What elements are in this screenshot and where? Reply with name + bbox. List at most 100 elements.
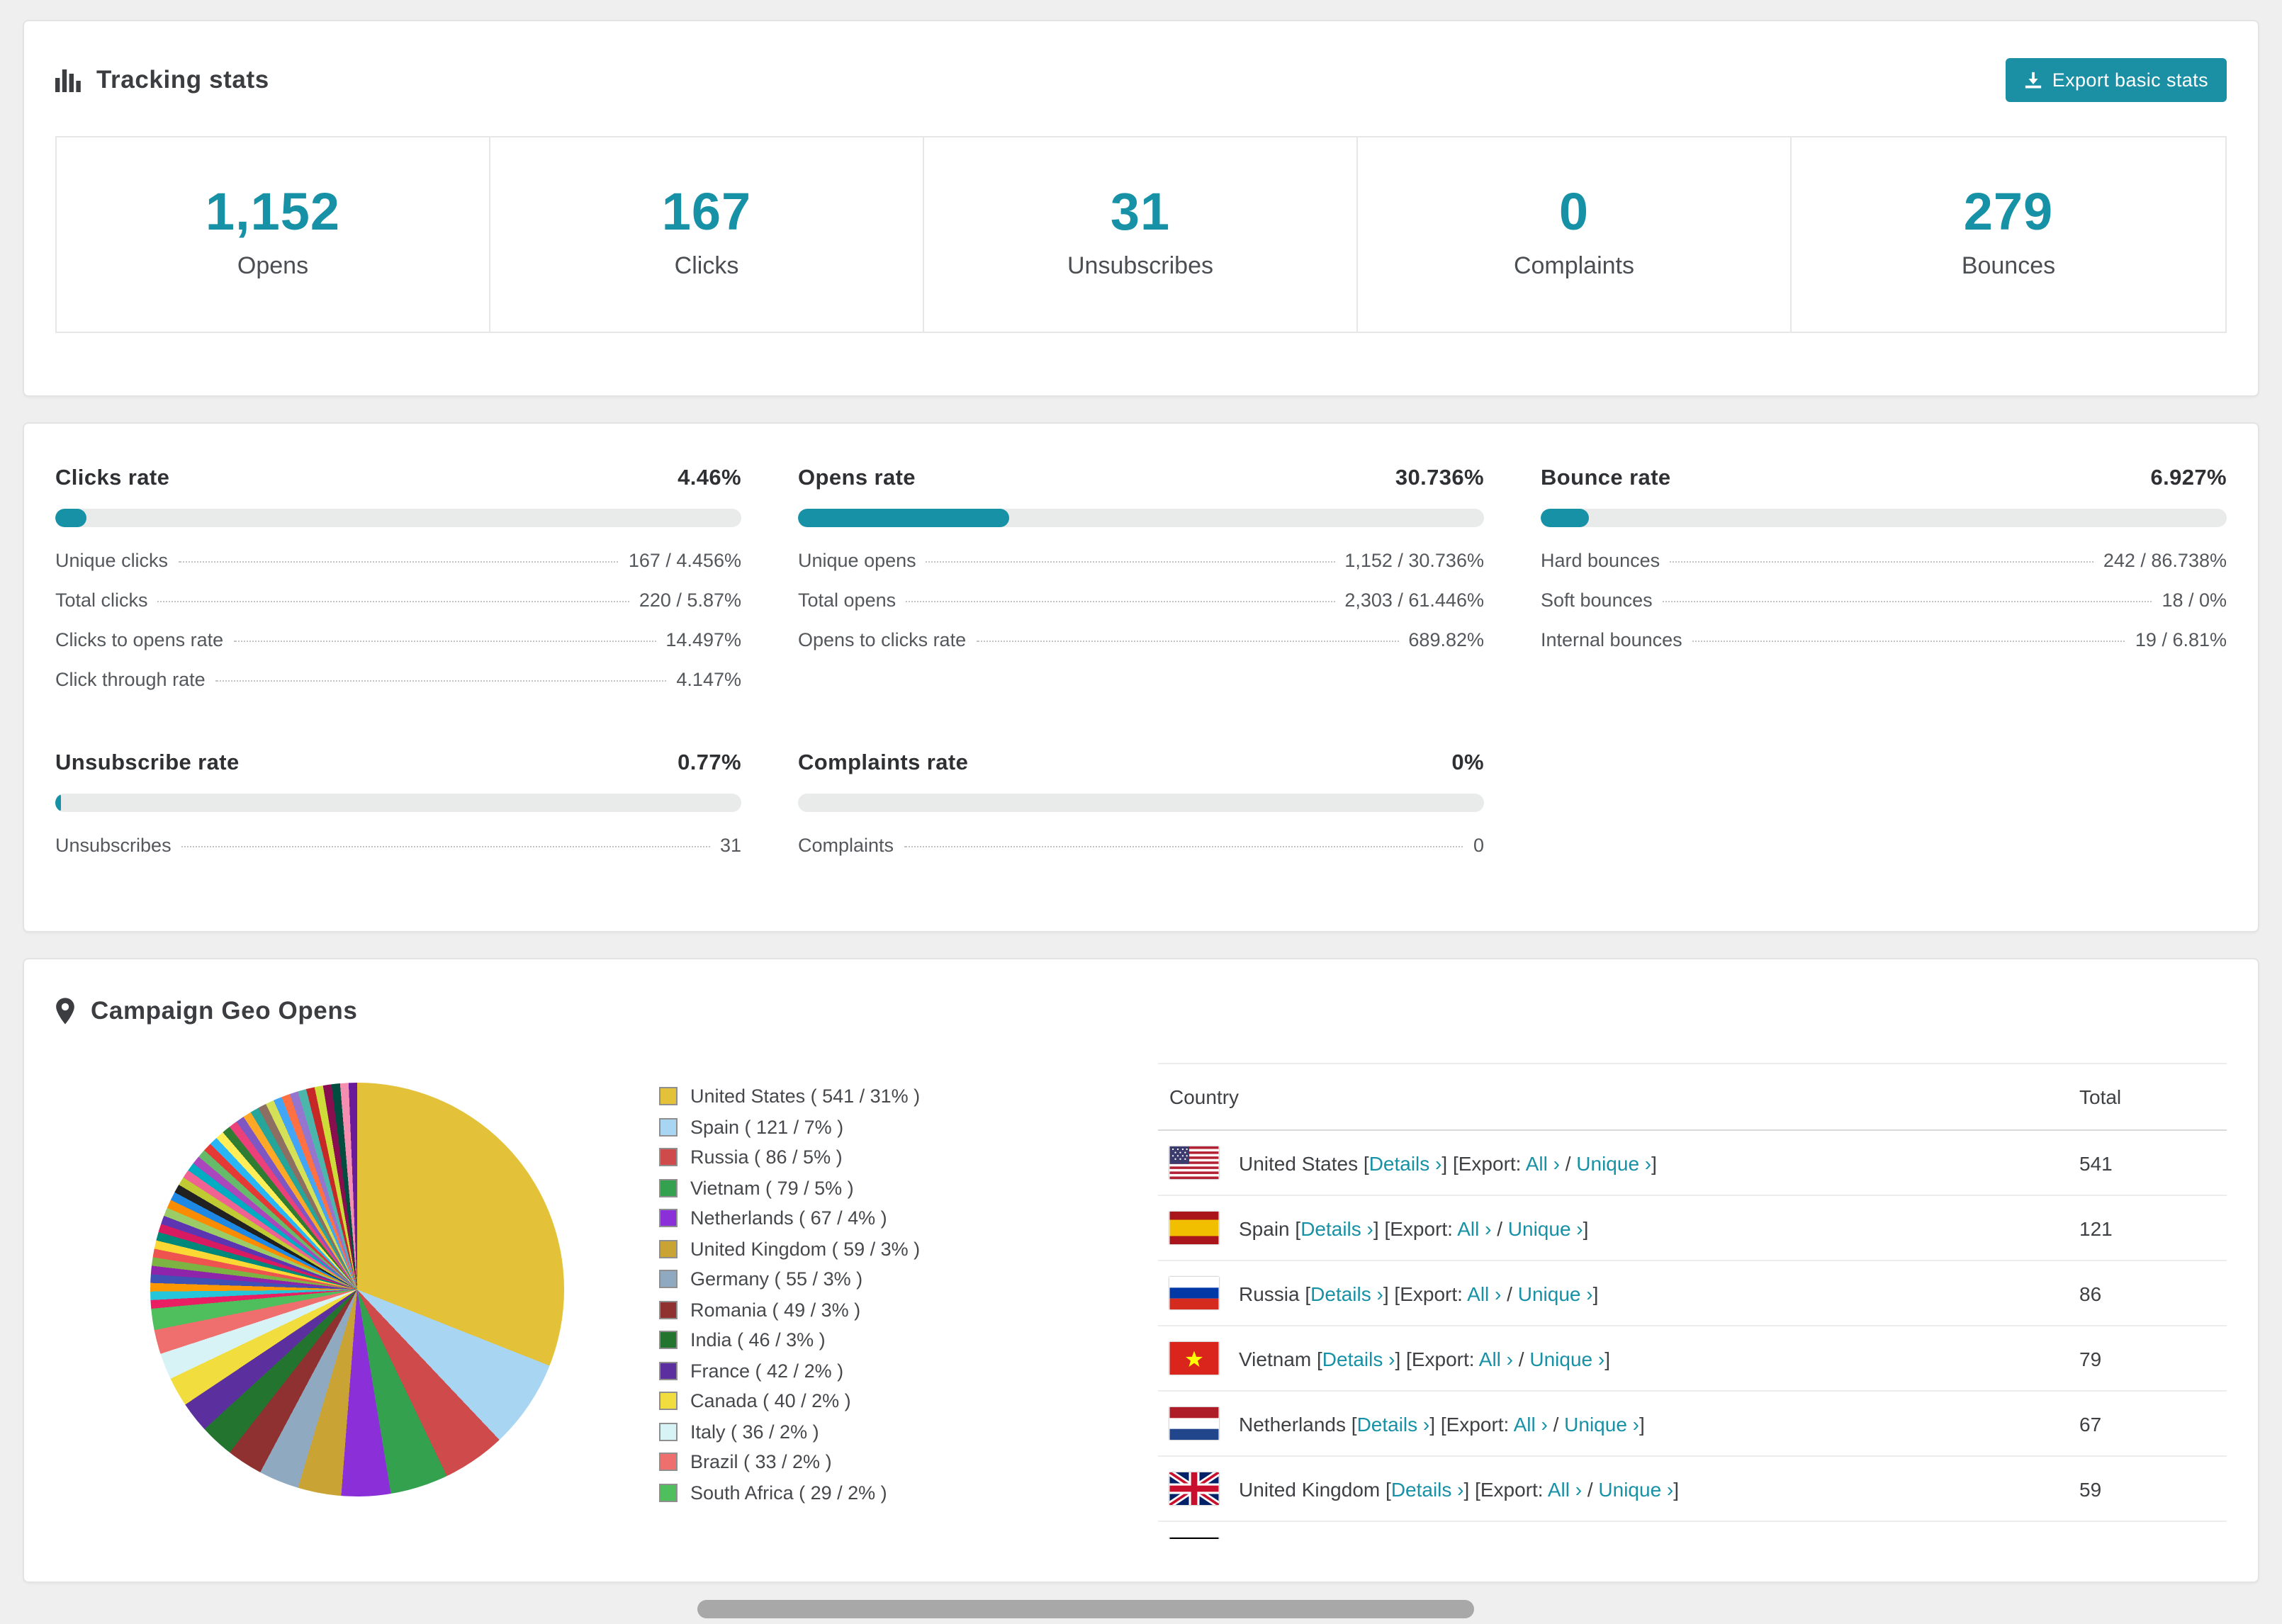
pie-legend: United States ( 541 / 31% ) Spain ( 121 /… [659, 1063, 1158, 1512]
stat-label: Opens [237, 252, 309, 279]
legend-swatch [659, 1300, 678, 1319]
rate-row-value: 2,303 / 61.446% [1344, 590, 1484, 611]
export-all-link[interactable]: All › [1479, 1347, 1513, 1370]
rate-row-label: Clicks to opens rate [55, 629, 224, 650]
flag-vn-icon [1169, 1342, 1219, 1375]
rate-row: Hard bounces 242 / 86.738% [1541, 550, 2227, 590]
flag-ru-icon [1169, 1277, 1219, 1309]
legend-item[interactable]: Vietnam ( 79 / 5% ) [659, 1177, 1158, 1198]
rate-row: Total clicks 220 / 5.87% [55, 590, 741, 629]
details-link[interactable]: Details › [1369, 1151, 1442, 1174]
country-cell: Spain [Details ›] [Export: All › / Uniqu… [1158, 1195, 2068, 1261]
geo-pie-chart[interactable] [150, 1083, 564, 1496]
rate-header: Complaints rate 0% [798, 751, 1484, 777]
geo-table-body: United States [Details ›] [Export: All ›… [1158, 1130, 2227, 1539]
export-unique-link[interactable]: Unique › [1576, 1151, 1651, 1174]
legend-label: South Africa ( 29 / 2% ) [690, 1482, 887, 1503]
legend-label: Italy ( 36 / 2% ) [690, 1421, 819, 1442]
details-link[interactable]: Details › [1322, 1347, 1395, 1370]
legend-item[interactable]: Spain ( 121 / 7% ) [659, 1116, 1158, 1137]
dotted-leader [157, 601, 629, 602]
details-link[interactable]: Details › [1391, 1477, 1464, 1500]
legend-item[interactable]: South Africa ( 29 / 2% ) [659, 1482, 1158, 1503]
legend-item[interactable]: United States ( 541 / 31% ) [659, 1086, 1158, 1107]
rate-row-value: 1,152 / 30.736% [1344, 550, 1484, 571]
rate-block: Bounce rate 6.927% Hard bounces 242 / 86.73… [1541, 466, 2227, 709]
country-total: 67 [2068, 1391, 2227, 1457]
horizontal-scrollbar-thumb[interactable] [697, 1600, 1474, 1618]
rate-title: Unsubscribe rate [55, 751, 240, 775]
country-total: 86 [2068, 1261, 2227, 1326]
details-link[interactable]: Details › [1300, 1217, 1373, 1239]
export-unique-link[interactable]: Unique › [1529, 1347, 1604, 1370]
rate-rows: Unsubscribes 31 [55, 835, 741, 874]
country-cell-content: Russia [Details ›] [Export: All › / Uniq… [1169, 1277, 2057, 1309]
dotted-leader [215, 680, 667, 682]
legend-item[interactable]: Germany ( 55 / 3% ) [659, 1268, 1158, 1290]
country-cell-content: United Kingdom [Details ›] [Export: All … [1169, 1472, 2057, 1505]
legend-item[interactable]: Brazil ( 33 / 2% ) [659, 1451, 1158, 1472]
dotted-leader [178, 561, 619, 563]
export-unique-link[interactable]: Unique › [1518, 1282, 1593, 1304]
rate-row-value: 167 / 4.456% [628, 550, 741, 571]
export-unique-link[interactable]: Unique › [1598, 1477, 1673, 1500]
rate-row-value: 689.82% [1408, 629, 1484, 650]
export-unique-link[interactable]: Unique › [1564, 1412, 1639, 1435]
country-links: United States [Details ›] [Export: All ›… [1239, 1151, 1657, 1174]
legend-item[interactable]: France ( 42 / 2% ) [659, 1360, 1158, 1381]
rate-block: Complaints rate 0% Complaints 0 [798, 751, 1484, 874]
stat-box: 279 Bounces [1792, 137, 2225, 332]
country-links: United Kingdom [Details ›] [Export: All … [1239, 1477, 1680, 1500]
rate-progress-bar [55, 794, 741, 812]
country-links: Netherlands [Details ›] [Export: All › /… [1239, 1412, 1645, 1435]
legend-item[interactable]: United Kingdom ( 59 / 3% ) [659, 1238, 1158, 1259]
country-name: Spain [1239, 1217, 1290, 1239]
country-name: Vietnam [1239, 1347, 1312, 1370]
country-total: 541 [2068, 1130, 2227, 1196]
legend-item[interactable]: Italy ( 36 / 2% ) [659, 1421, 1158, 1442]
country-total: 55 [2068, 1521, 2227, 1539]
details-link[interactable]: Details › [1310, 1282, 1383, 1304]
export-all-link[interactable]: All › [1467, 1282, 1501, 1304]
rate-progress-bar [798, 794, 1484, 812]
rate-rows: Unique opens 1,152 / 30.736% Total opens 2,… [798, 550, 1484, 669]
country-links: Spain [Details ›] [Export: All › / Uniqu… [1239, 1217, 1589, 1239]
rate-title: Opens rate [798, 466, 916, 490]
stat-label: Complaints [1513, 252, 1635, 279]
legend-item[interactable]: Russia ( 86 / 5% ) [659, 1146, 1158, 1168]
legend-item[interactable]: Canada ( 40 / 2% ) [659, 1390, 1158, 1411]
stat-box: 1,152 Opens [57, 137, 490, 332]
legend-swatch [659, 1422, 678, 1440]
flag-es-icon [1169, 1212, 1219, 1244]
details-link[interactable]: Details › [1357, 1412, 1430, 1435]
legend-item[interactable]: Netherlands ( 67 / 4% ) [659, 1207, 1158, 1229]
country-cell-content: Spain [Details ›] [Export: All › / Uniqu… [1169, 1212, 2057, 1244]
rate-row: Unique opens 1,152 / 30.736% [798, 550, 1484, 590]
country-name: United Kingdom [1239, 1477, 1381, 1500]
table-row: Russia [Details ›] [Export: All › / Uniq… [1158, 1261, 2227, 1326]
page: Tracking stats Export basic stats 1,152 O… [0, 0, 2282, 1583]
legend-swatch [659, 1148, 678, 1166]
legend-label: United States ( 541 / 31% ) [690, 1086, 921, 1107]
export-all-link[interactable]: All › [1457, 1217, 1491, 1239]
page-title: Tracking stats [96, 65, 269, 94]
export-all-link[interactable]: All › [1526, 1151, 1560, 1174]
rate-title: Complaints rate [798, 751, 969, 775]
country-cell-content: Germany [Details ›] [Export: All › / Uni… [1169, 1538, 2057, 1539]
total-column-header: Total [2068, 1064, 2227, 1131]
export-all-link[interactable]: All › [1548, 1477, 1582, 1500]
rate-progress-bar [1541, 509, 2227, 527]
export-basic-stats-button[interactable]: Export basic stats [2005, 58, 2227, 102]
legend-label: India ( 46 / 3% ) [690, 1329, 826, 1350]
country-name: Russia [1239, 1282, 1300, 1304]
dotted-leader [1692, 641, 2125, 642]
country-total: 79 [2068, 1326, 2227, 1392]
export-all-link[interactable]: All › [1514, 1412, 1548, 1435]
flag-nl-icon [1169, 1407, 1219, 1440]
export-unique-link[interactable]: Unique › [1508, 1217, 1583, 1239]
rate-row-label: Complaints [798, 835, 894, 856]
rate-percentage: 6.927% [2150, 466, 2227, 490]
legend-item[interactable]: Romania ( 49 / 3% ) [659, 1299, 1158, 1320]
rate-block: Opens rate 30.736% Unique opens 1,152 / 30.… [798, 466, 1484, 709]
legend-item[interactable]: India ( 46 / 3% ) [659, 1329, 1158, 1350]
